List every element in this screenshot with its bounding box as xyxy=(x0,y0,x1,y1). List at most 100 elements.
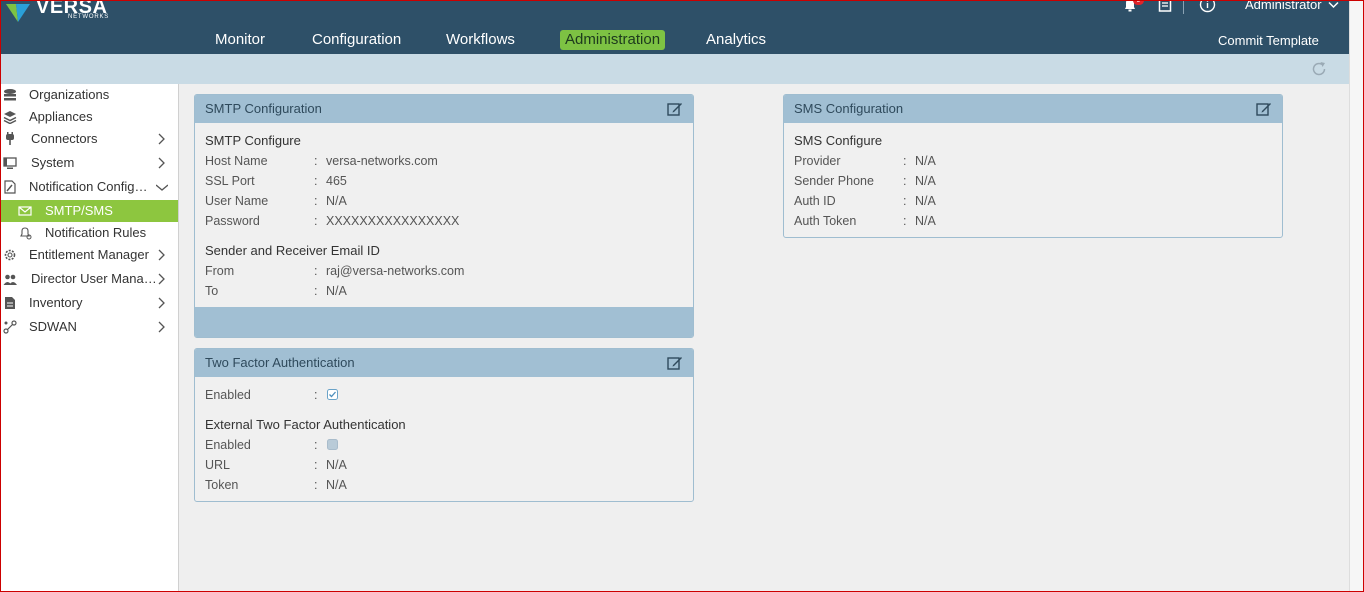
nav-monitor[interactable]: Monitor xyxy=(210,30,270,50)
inventory-icon xyxy=(5,297,15,309)
password-value: XXXXXXXXXXXXXXXX xyxy=(326,214,460,228)
sidebar-item-system[interactable]: System xyxy=(0,152,178,174)
edit-icon[interactable] xyxy=(667,101,683,117)
notification-config-icon xyxy=(4,180,16,194)
toolbar-strip xyxy=(0,54,1349,84)
field-label: Enabled xyxy=(205,438,251,452)
sidebar-item-director-user-management[interactable]: Director User Mana… xyxy=(0,268,178,290)
versa-logo-mark-icon xyxy=(6,4,30,22)
panel-header: Two Factor Authentication xyxy=(195,349,693,377)
panel-header: SMTP Configuration xyxy=(195,95,693,123)
chevron-down-icon xyxy=(1328,1,1339,9)
commit-template-button[interactable]: Commit Template xyxy=(1218,33,1319,48)
system-icon xyxy=(3,157,17,169)
info-icon[interactable] xyxy=(1199,0,1216,13)
auth-id-value: N/A xyxy=(915,194,936,208)
sidebar-item-label: Connectors xyxy=(31,131,98,146)
connectors-icon xyxy=(6,132,14,145)
panel-title: SMTP Configuration xyxy=(205,101,322,116)
sidebar-item-sdwan[interactable]: SDWAN xyxy=(0,316,178,338)
nav-administration[interactable]: Administration xyxy=(560,30,666,50)
url-value: N/A xyxy=(326,458,347,472)
provider-value: N/A xyxy=(915,154,936,168)
section-title: Sender and Receiver Email ID xyxy=(205,243,380,258)
sidebar-item-label: Director User Mana… xyxy=(31,271,157,286)
sidebar-item-appliances[interactable]: Appliances xyxy=(0,106,178,128)
token-value: N/A xyxy=(326,478,347,492)
separator: : xyxy=(314,154,318,168)
separator: : xyxy=(314,284,318,298)
to-value: N/A xyxy=(326,284,347,298)
sidebar: Organizations Appliances Connectors Syst… xyxy=(0,84,179,592)
chevron-right-icon xyxy=(158,133,165,145)
rules-icon xyxy=(20,227,32,240)
edit-icon[interactable] xyxy=(667,355,683,371)
sidebar-item-label: SMTP/SMS xyxy=(45,203,113,218)
separator: : xyxy=(314,458,318,472)
chevron-right-icon xyxy=(158,321,165,333)
sidebar-item-label: Inventory xyxy=(29,295,83,310)
host-name-value: versa-networks.com xyxy=(326,154,438,168)
field-label: Auth ID xyxy=(794,194,836,208)
brand-sub: NETWORKS xyxy=(68,14,110,20)
external-enabled-checkbox xyxy=(327,439,338,450)
users-icon xyxy=(3,274,17,285)
separator: : xyxy=(314,174,318,188)
sidebar-item-label: Notification Config… xyxy=(29,179,148,194)
toolbar-divider xyxy=(1183,0,1184,14)
section-title: SMS Configure xyxy=(794,133,883,148)
sidebar-item-notification-config[interactable]: Notification Config… xyxy=(0,176,178,198)
separator: : xyxy=(314,214,318,228)
notification-badge: 9 xyxy=(1133,0,1144,5)
enabled-checkbox-checked xyxy=(327,389,338,400)
separator: : xyxy=(314,264,318,278)
sidebar-item-inventory[interactable]: Inventory xyxy=(0,292,178,314)
chevron-right-icon xyxy=(158,157,165,169)
sidebar-item-entitlement-manager[interactable]: Entitlement Manager xyxy=(0,244,178,266)
appliances-icon xyxy=(3,111,17,124)
field-label: URL xyxy=(205,458,231,472)
panel-header: SMS Configuration xyxy=(784,95,1282,123)
sidebar-item-organizations[interactable]: Organizations xyxy=(0,84,178,106)
field-label: Enabled xyxy=(205,388,251,402)
section-title: SMTP Configure xyxy=(205,133,301,148)
nav-configuration[interactable]: Configuration xyxy=(307,30,406,50)
sidebar-item-label: Organizations xyxy=(29,87,110,102)
chevron-right-icon xyxy=(158,273,165,285)
two-factor-auth-panel: Two Factor Authentication Enabled : Exte… xyxy=(194,348,694,502)
separator: : xyxy=(314,478,318,492)
sidebar-item-smtp-sms[interactable]: SMTP/SMS xyxy=(0,200,178,222)
gear-icon xyxy=(4,249,16,261)
versa-logo[interactable]: VERSA NETWORKS xyxy=(4,0,114,26)
user-name: Administrator xyxy=(1245,0,1322,12)
sdwan-icon xyxy=(3,320,17,334)
sidebar-item-notification-rules[interactable]: Notification Rules xyxy=(0,222,178,244)
user-menu[interactable]: Administrator xyxy=(1245,0,1339,12)
edit-icon[interactable] xyxy=(1256,101,1272,117)
sidebar-item-connectors[interactable]: Connectors xyxy=(0,128,178,150)
field-label: Provider xyxy=(794,154,841,168)
refresh-icon[interactable] xyxy=(1310,60,1328,78)
sidebar-item-label: Notification Rules xyxy=(45,225,147,240)
mail-icon xyxy=(18,206,32,216)
vertical-scrollbar[interactable] xyxy=(1349,0,1364,592)
sender-phone-value: N/A xyxy=(915,174,936,188)
nav-workflows[interactable]: Workflows xyxy=(441,30,520,50)
separator: : xyxy=(314,388,318,402)
chevron-right-icon xyxy=(158,249,165,261)
panel-footer xyxy=(195,307,693,337)
ssl-port-value: 465 xyxy=(326,174,347,188)
panel-title: SMS Configuration xyxy=(794,101,904,116)
section-title: External Two Factor Authentication xyxy=(205,417,406,432)
clipboard-icon[interactable] xyxy=(1158,0,1172,12)
chevron-down-icon xyxy=(156,184,168,191)
field-label: From xyxy=(205,264,235,278)
auth-token-value: N/A xyxy=(915,214,936,228)
nav-analytics[interactable]: Analytics xyxy=(701,30,771,50)
organizations-icon xyxy=(4,89,16,101)
separator: : xyxy=(903,154,907,168)
field-label: User Name xyxy=(205,194,269,208)
sidebar-item-label: System xyxy=(31,155,75,170)
panel-title: Two Factor Authentication xyxy=(205,355,355,370)
user-name-value: N/A xyxy=(326,194,347,208)
